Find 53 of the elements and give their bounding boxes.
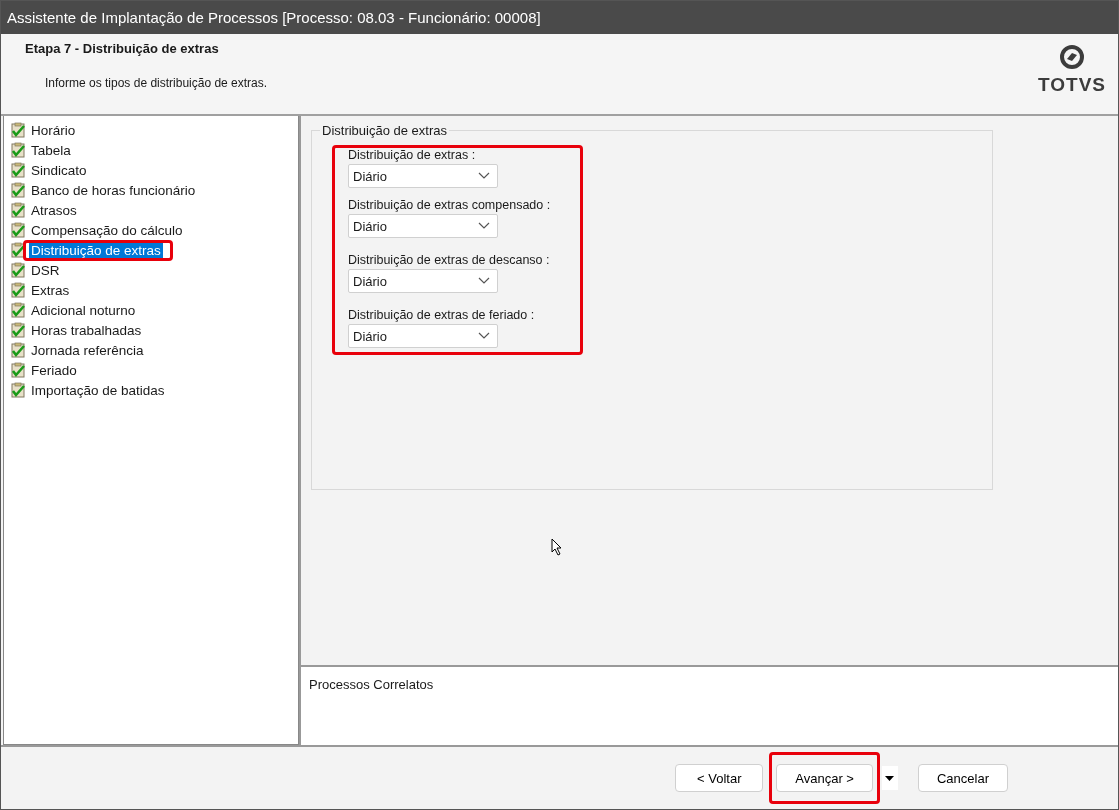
clipboard-check-icon	[10, 142, 26, 158]
clipboard-check-icon	[10, 162, 26, 178]
window-title: Assistente de Implantação de Processos [Processo: 08.03 - Funcionário: 00008]	[7, 9, 541, 26]
clipboard-check-icon	[10, 382, 26, 398]
chevron-down-icon	[478, 172, 490, 180]
next-button[interactable]: Avançar >	[776, 764, 873, 792]
dropdown-arrow-button[interactable]	[881, 766, 898, 790]
tree-item[interactable]: Tabela	[29, 142, 73, 158]
clipboard-check-icon	[10, 282, 26, 298]
clipboard-check-icon	[10, 122, 26, 138]
clipboard-check-icon	[10, 222, 26, 238]
dropdown[interactable]: Diário	[348, 324, 498, 348]
chevron-down-icon	[478, 222, 490, 230]
clipboard-check-icon	[10, 242, 26, 258]
tree-item[interactable]: Feriado	[29, 362, 79, 378]
tree-item[interactable]: Adicional noturno	[29, 302, 138, 318]
logo-icon	[1059, 44, 1085, 70]
chevron-down-icon	[478, 332, 490, 340]
field-label: Distribuição de extras compensado :	[348, 198, 552, 212]
caret-icon	[885, 775, 895, 781]
cancel-button[interactable]: Cancelar	[917, 764, 1008, 792]
tree-item[interactable]: Sindicato	[29, 162, 89, 178]
related-title: Processos Correlatos	[309, 677, 434, 692]
tree-item[interactable]: Distribuição de extras	[29, 242, 163, 258]
tree-item[interactable]: Atrasos	[29, 202, 79, 218]
clipboard-check-icon	[10, 182, 26, 198]
chevron-down-icon	[478, 277, 490, 285]
clipboard-check-icon	[10, 342, 26, 358]
instruction-text: Informe os tipos de distribuição de extras.	[44, 76, 268, 90]
field-label: Distribuição de extras de feriado :	[348, 308, 536, 322]
back-button[interactable]: < Voltar	[675, 764, 764, 792]
tree-item[interactable]: Extras	[29, 282, 72, 298]
step-title: Etapa 7 - Distribuição de extras	[25, 41, 220, 56]
dropdown[interactable]: Diário	[348, 214, 498, 238]
tree-item[interactable]: Banco de horas funcionário	[29, 182, 198, 198]
tree-item[interactable]: Horas trabalhadas	[29, 322, 144, 338]
clipboard-check-icon	[10, 302, 26, 318]
tree-item[interactable]: Compensação do cálculo	[29, 222, 185, 238]
logo-text: TOTVS	[1038, 74, 1106, 96]
field-label: Distribuição de extras de descanso :	[348, 253, 551, 267]
tree-item[interactable]: Importação de batidas	[29, 382, 167, 398]
dropdown[interactable]: Diário	[348, 269, 498, 293]
clipboard-check-icon	[10, 202, 26, 218]
group-title: Distribuição de extras	[320, 123, 449, 138]
dropdown[interactable]: Diário	[348, 164, 498, 188]
tree-item[interactable]: DSR	[29, 262, 62, 278]
clipboard-check-icon	[10, 322, 26, 338]
field-label: Distribuição de extras :	[348, 148, 477, 162]
clipboard-check-icon	[10, 262, 26, 278]
mouse-pointer-icon	[551, 538, 563, 556]
tree-item[interactable]: Jornada referência	[29, 342, 146, 358]
tree-item[interactable]: Horário	[29, 122, 78, 138]
clipboard-check-icon	[10, 362, 26, 378]
